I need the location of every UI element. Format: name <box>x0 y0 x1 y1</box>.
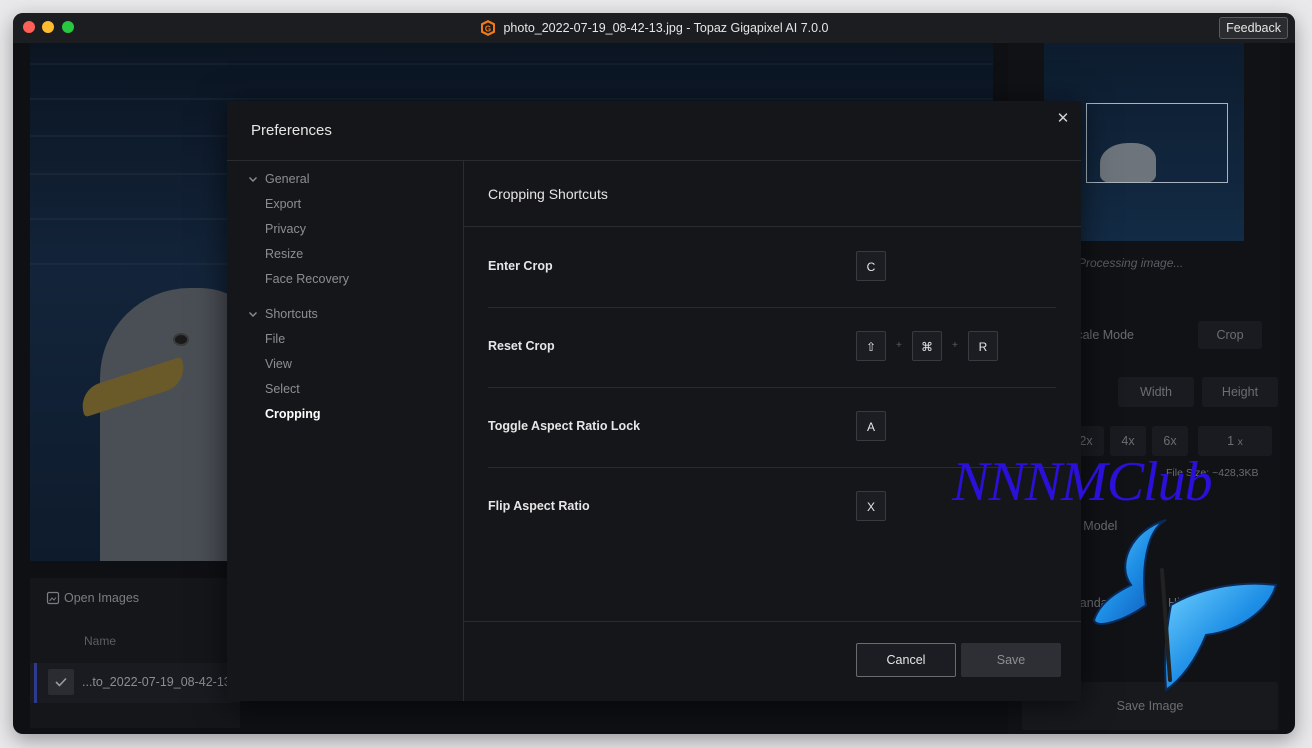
checkmark-icon <box>55 677 67 687</box>
chevron-down-icon <box>249 177 257 182</box>
close-icon[interactable]: ✕ <box>1053 109 1073 129</box>
processing-status: Processing image... <box>1078 256 1184 270</box>
open-images-label: Open Images <box>64 591 140 605</box>
nav-group-general-label: General <box>265 172 310 186</box>
width-button[interactable]: Width <box>1118 377 1194 407</box>
viewport-frame[interactable] <box>1086 103 1228 183</box>
image-file-name: ...to_2022-07-19_08-42-13 <box>82 675 231 689</box>
row-checkbox[interactable] <box>48 669 74 695</box>
chevron-down-icon <box>249 312 257 317</box>
open-images-panel: Open Images Name ...to_2022-07-19_08-42-… <box>30 578 240 728</box>
nav-item-select[interactable]: Select <box>265 382 300 396</box>
save-image-label: Save Image <box>1116 699 1184 713</box>
feedback-button[interactable]: Feedback <box>1219 17 1288 39</box>
shortcut-key[interactable]: A <box>856 411 886 441</box>
nav-item-resize[interactable]: Resize <box>265 247 303 261</box>
nav-item-privacy[interactable]: Privacy <box>265 222 306 236</box>
scale-6x-label: 6x <box>1163 434 1177 448</box>
nav-group-general[interactable]: General <box>247 172 309 186</box>
butterfly-icon <box>1092 519 1278 692</box>
shortcut-row-reset-crop: Reset Crop ⇧ + ⌘ + R <box>488 307 1056 388</box>
custom-scale-value: 1 <box>1227 434 1235 448</box>
shortcut-key-command[interactable]: ⌘ <box>912 331 942 361</box>
scale-4x-label: 4x <box>1121 434 1135 448</box>
open-images-header[interactable]: Open Images <box>46 591 139 605</box>
height-label: Height <box>1221 385 1259 399</box>
shortcut-label: Toggle Aspect Ratio Lock <box>488 419 641 433</box>
custom-scale-suffix: x <box>1237 436 1243 448</box>
watermark-text: NNNMClub <box>952 451 1213 513</box>
title-bar: G photo_2022-07-19_08-42-13.jpg - Topaz … <box>13 13 1295 43</box>
name-column-header[interactable]: Name <box>84 634 116 648</box>
preferences-nav: General Export Privacy Resize Face Recov… <box>227 161 464 701</box>
nav-item-cropping[interactable]: Cropping <box>265 407 321 421</box>
image-list-row[interactable]: ...to_2022-07-19_08-42-13 <box>30 663 240 703</box>
key-separator: + <box>952 340 958 351</box>
save-button[interactable]: Save <box>961 643 1061 677</box>
svg-text:G: G <box>485 24 491 33</box>
water-texture <box>30 98 993 100</box>
dialog-title: Preferences <box>251 122 332 139</box>
nav-item-view[interactable]: View <box>265 357 292 371</box>
images-icon <box>46 591 60 605</box>
shortcut-key-shift[interactable]: ⇧ <box>856 331 886 361</box>
shortcut-key[interactable]: C <box>856 251 886 281</box>
window-title: photo_2022-07-19_08-42-13.jpg - Topaz Gi… <box>503 21 829 35</box>
shortcut-key[interactable]: R <box>968 331 998 361</box>
crop-button[interactable]: Crop <box>1198 321 1262 349</box>
seagull-eye <box>173 333 189 346</box>
crop-label: Crop <box>1216 328 1244 342</box>
width-label: Width <box>1140 385 1172 399</box>
shortcut-label: Flip Aspect Ratio <box>488 499 590 513</box>
water-texture <box>30 63 993 65</box>
shortcut-label: Enter Crop <box>488 259 553 273</box>
section-title: Cropping Shortcuts <box>488 186 608 202</box>
preferences-content: Cropping Shortcuts Enter Crop C Reset Cr… <box>464 161 1081 701</box>
key-separator: + <box>896 340 902 351</box>
shortcut-label: Reset Crop <box>488 339 555 353</box>
footer-divider <box>464 621 1081 622</box>
height-button[interactable]: Height <box>1202 377 1278 407</box>
nav-item-export[interactable]: Export <box>265 197 301 211</box>
nav-item-face-recovery[interactable]: Face Recovery <box>265 272 349 286</box>
nav-item-file[interactable]: File <box>265 332 285 346</box>
cancel-button[interactable]: Cancel <box>856 643 956 677</box>
scale-2x-label: 2x <box>1079 434 1093 448</box>
preferences-dialog: Preferences ✕ General Export Privacy Res… <box>227 101 1081 701</box>
selected-row-indicator <box>34 663 37 703</box>
nav-group-shortcuts-label: Shortcuts <box>265 307 318 321</box>
gigapixel-logo-icon: G <box>481 20 496 36</box>
shortcut-key[interactable]: X <box>856 491 886 521</box>
nav-group-shortcuts[interactable]: Shortcuts <box>247 307 318 321</box>
shortcut-row-enter-crop: Enter Crop C <box>488 227 1056 308</box>
window-title-group: G photo_2022-07-19_08-42-13.jpg - Topaz … <box>13 13 1295 43</box>
